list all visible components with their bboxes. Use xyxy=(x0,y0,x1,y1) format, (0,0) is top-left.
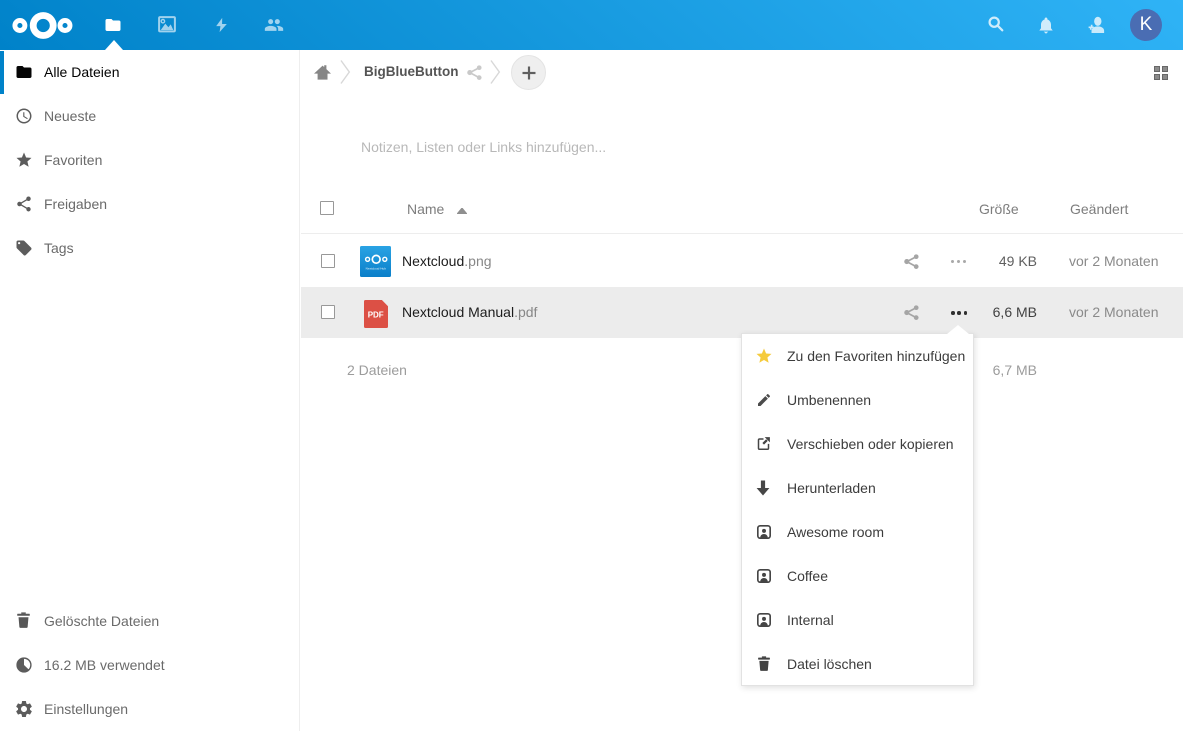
svg-text:PDF: PDF xyxy=(368,311,384,320)
svg-text:Nextcloud Hub: Nextcloud Hub xyxy=(366,266,387,270)
